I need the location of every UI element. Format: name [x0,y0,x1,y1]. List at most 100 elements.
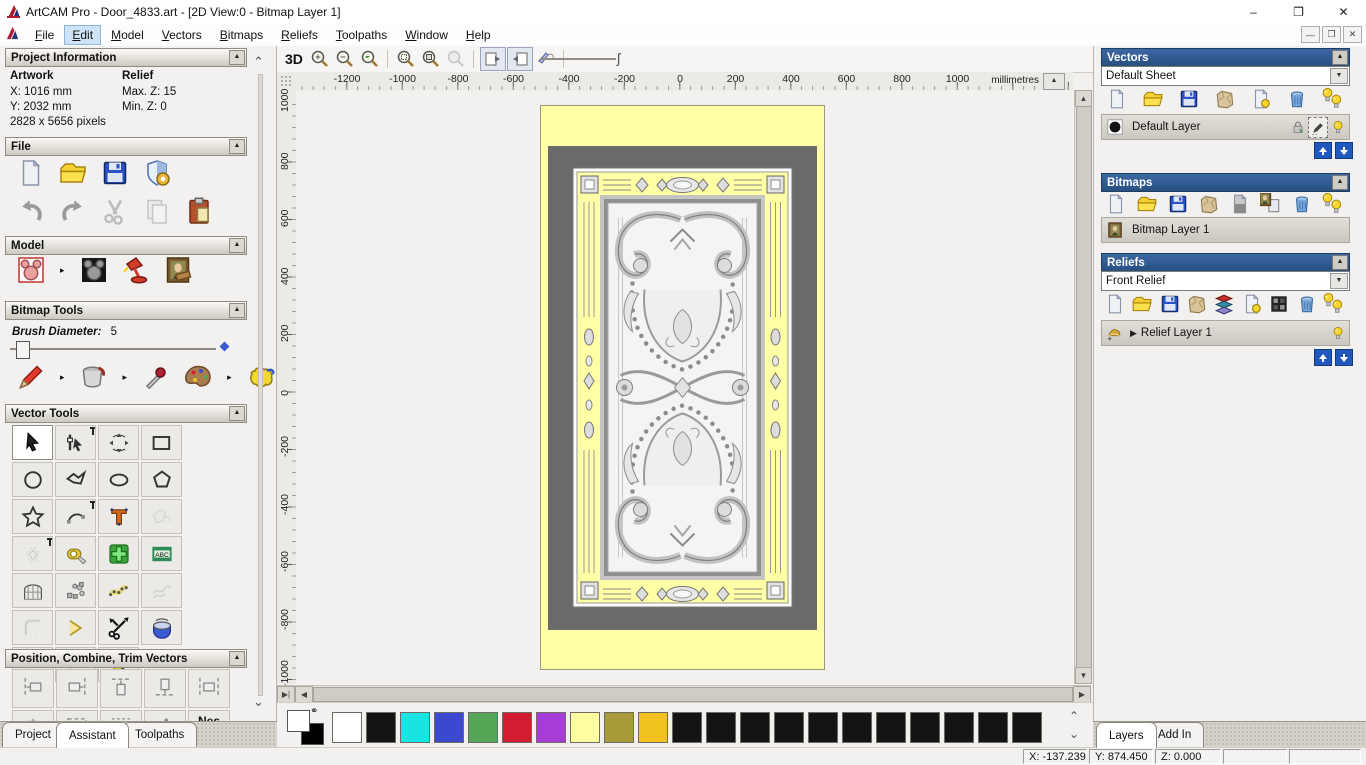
palette-swatch-19[interactable] [978,712,1008,743]
fillet-tool-button[interactable] [12,610,53,645]
palette-swatch-16[interactable] [876,712,906,743]
palette-swatch-10[interactable] [672,712,702,743]
2d-view-canvas[interactable] [296,90,1073,684]
palette-swatch-4[interactable] [468,712,498,743]
bitmap-layer-row[interactable]: Bitmap Layer 1 [1101,217,1350,243]
polygon-tool-button[interactable] [141,462,182,497]
view-3d-button[interactable]: 3D [285,51,303,67]
section-header-project-information[interactable]: Project Information ▲ [5,48,247,67]
pick-colour-icon[interactable] [141,362,171,392]
mdi-restore-button[interactable]: ❐ [1322,26,1341,43]
flyout-arrow-icon[interactable]: ▸ [60,372,65,383]
toggle-all-icon[interactable] [1317,193,1348,217]
section-header-vector-tools[interactable]: Vector Tools ▲ [5,404,247,423]
bisector-tool-button[interactable] [55,610,96,645]
trim-tool-button[interactable] [98,610,139,645]
vertical-scrollbar[interactable]: ▲ ▼ [1074,90,1092,684]
palette-scroll-up-icon[interactable]: ⌃ [1069,709,1079,723]
scroll-left-icon[interactable]: ◀ [295,685,313,703]
new-vector-icon[interactable] [1101,88,1132,112]
measure-tool-button[interactable] [55,536,96,571]
greyscale-film-icon[interactable] [1266,293,1293,317]
palette-swatch-6[interactable] [536,712,566,743]
flyout-arrow-icon[interactable]: ▸ [123,372,128,383]
redo-icon[interactable] [58,196,88,226]
texture-from-image-icon[interactable] [163,255,193,285]
ellipse-tool-button[interactable] [98,462,139,497]
relief-thumbnail-icon[interactable]: + [1106,324,1124,342]
collapse-icon[interactable]: ▲ [229,651,245,666]
flyout-arrow-icon[interactable]: ▸ [60,265,65,276]
bitmaps-header[interactable]: Bitmaps ▲ [1101,173,1350,192]
layer-colour-icon[interactable] [1106,118,1124,136]
menu-bitmaps[interactable]: Bitmaps [213,26,270,44]
new-vector-icon[interactable] [1101,293,1128,317]
center-h-tool-button[interactable] [188,669,230,708]
colour-link-icon[interactable]: ⚭ [310,706,318,717]
collapse-icon[interactable]: ▲ [1332,175,1348,190]
open-file-icon[interactable] [58,158,88,188]
model-options-icon[interactable] [142,158,172,188]
section-header-position-combine-trim[interactable]: Position, Combine, Trim Vectors ▲ [5,649,247,668]
flyout-arrow-icon[interactable]: ▸ [227,372,232,383]
toggle-all-icon[interactable] [1321,293,1348,317]
move-layer-down-icon[interactable] [1335,142,1353,159]
collapse-icon[interactable]: ▲ [229,50,245,65]
palette-swatch-0[interactable] [332,712,362,743]
collapse-icon[interactable]: ▲ [229,303,245,318]
palette-swatch-20[interactable] [1012,712,1042,743]
move-layer-down-icon[interactable] [1335,349,1353,366]
palette-swatch-3[interactable] [434,712,464,743]
menu-window[interactable]: Window [398,26,455,44]
palette-scroll-down-icon[interactable]: ⌄ [1069,727,1079,741]
units-dropdown-icon[interactable]: ▲▼ [1043,73,1065,98]
scrollbar-track[interactable] [258,74,263,696]
layer-snap-icon[interactable] [1308,117,1328,138]
greyscale-page-icon[interactable] [1225,193,1256,217]
section-header-file[interactable]: File ▲ [5,137,247,156]
rectangle-tool-button[interactable] [141,425,182,460]
scrollbar-thumb[interactable] [1076,106,1092,668]
tab-project[interactable]: Project [2,722,64,747]
zoom-previous-icon[interactable] [358,48,382,70]
zoom-out-icon[interactable] [333,48,357,70]
layer-lock-icon[interactable] [1289,117,1307,136]
scroll-down-icon[interactable]: ⌄ [253,694,264,710]
text-tool-button[interactable] [98,499,139,534]
layer-stack-icon[interactable] [1211,293,1238,317]
align-left-tool-button[interactable] [12,669,54,708]
horizontal-scrollbar[interactable]: ▶| ◀ ▶ [277,685,1091,703]
restore-button[interactable]: ❐ [1276,0,1321,23]
palette-swatch-18[interactable] [944,712,974,743]
palette-swatch-12[interactable] [740,712,770,743]
toggle-all-icon[interactable] [1317,88,1348,112]
palette-swatch-13[interactable] [774,712,804,743]
align-bottom-tool-button[interactable] [144,669,186,708]
toggle-bitmap-visibility-icon[interactable] [479,47,506,71]
new-vector-icon[interactable] [1101,193,1132,217]
scroll-up-icon[interactable]: ▲ [1075,90,1092,107]
tab-layers[interactable]: Layers [1096,722,1157,748]
paint-brush-icon[interactable] [16,362,46,392]
import-icon[interactable] [1209,88,1240,112]
palette-swatch-15[interactable] [842,712,872,743]
zoom-1to1-icon[interactable] [419,48,443,70]
align-top-tool-button[interactable] [100,669,142,708]
spin-tool-button[interactable] [141,610,182,645]
cut-icon[interactable] [100,196,130,226]
primary-colour-swatch[interactable] [287,710,310,732]
panel-scrollbar[interactable]: ⌃ ⌄ [251,46,269,721]
scrollbar-thumb[interactable] [313,686,1073,702]
palette-swatch-9[interactable] [638,712,668,743]
save-model-icon[interactable] [1156,293,1183,317]
vector-layer-row[interactable]: Default Layer [1101,114,1350,140]
palette-swatch-7[interactable] [570,712,600,743]
palette-swatch-8[interactable] [604,712,634,743]
pane-splitter-button[interactable]: ▶| [277,685,295,703]
polyline-tool-button[interactable] [55,462,96,497]
free-sketch-tool-button[interactable] [141,573,182,608]
expand-icon[interactable]: ▶ [1130,328,1137,339]
import-icon[interactable] [1183,293,1210,317]
bitmap-thumbnail-icon[interactable] [1106,221,1124,239]
section-header-bitmap-tools[interactable]: Bitmap Tools ▲ [5,301,247,320]
